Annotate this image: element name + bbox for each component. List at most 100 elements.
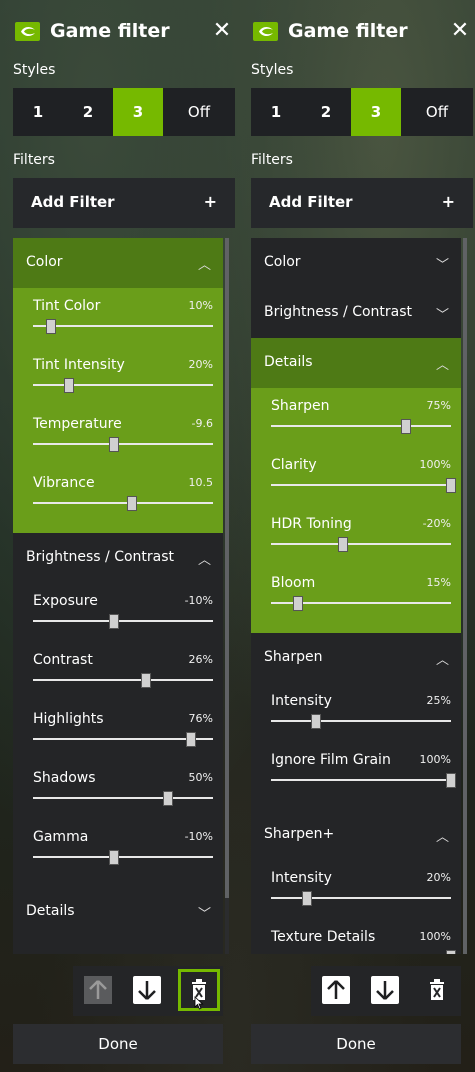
close-icon[interactable]: ✕ (211, 20, 233, 42)
style-2-button[interactable]: 2 (301, 88, 351, 136)
filter-group-details[interactable]: Details ﹀ (13, 887, 223, 937)
slider-thumb[interactable] (64, 378, 74, 393)
filter-group-sharpen[interactable]: Sharpen ﹀ (13, 937, 223, 954)
filter-group-sharpen[interactable]: Sharpen ︿ (251, 633, 461, 683)
filter-group-label: Sharpen (26, 953, 84, 954)
add-filter-button[interactable]: Add Filter + (13, 178, 235, 228)
filters-label: Filters (251, 152, 293, 168)
slider-track[interactable] (33, 443, 213, 445)
slider-thumb[interactable] (186, 732, 197, 747)
scrollbar-thumb[interactable] (463, 238, 467, 954)
slider-value: 20% (426, 871, 451, 884)
chevron-down-icon: ﹀ (197, 907, 211, 922)
slider-label: Intensity (271, 870, 332, 886)
slider-thumb[interactable] (293, 596, 303, 611)
style-off-button[interactable]: Off (163, 88, 235, 136)
slider-track[interactable] (271, 779, 451, 781)
game-filter-panel-left: Game filter ✕ Styles 1 2 3 Off Filters A… (13, 0, 235, 1072)
filter-group-sharpen[interactable]: Sharpen+ ︿ (251, 810, 461, 860)
slider-track[interactable] (271, 425, 451, 427)
slider-value: -10% (184, 830, 213, 843)
chevron-up-icon: ︿ (197, 553, 211, 568)
delete-filter-icon[interactable] (423, 976, 451, 1004)
slider-thumb[interactable] (109, 614, 119, 629)
move-down-icon[interactable] (371, 976, 399, 1004)
game-filter-panel-right: Game filter ✕ Styles 1 2 3 Off Filters A… (251, 0, 473, 1072)
slider-track[interactable] (33, 384, 213, 386)
scrollbar-thumb[interactable] (225, 238, 229, 898)
slider-label: Exposure (33, 593, 98, 609)
nvidia-logo-icon (15, 22, 40, 41)
slider-tint-intensity: Tint Intensity 20% (13, 347, 223, 406)
slider-label: Tint Color (33, 298, 101, 314)
slider-thumb[interactable] (446, 478, 456, 493)
slider-value: 75% (426, 399, 451, 412)
slider-thumb[interactable] (46, 319, 56, 334)
slider-label: Intensity (271, 693, 332, 709)
slider-track[interactable] (271, 543, 451, 545)
slider-track[interactable] (33, 856, 213, 858)
slider-value: 50% (188, 771, 213, 784)
slider-track[interactable] (33, 620, 213, 622)
slider-thumb[interactable] (401, 419, 411, 434)
filter-group-body: Intensity 25% Ignore Film Grain 100% (251, 683, 461, 810)
slider-thumb[interactable] (311, 714, 321, 729)
styles-selector: 1 2 3 Off (251, 88, 473, 136)
slider-track[interactable] (33, 679, 213, 681)
slider-label: Highlights (33, 711, 104, 727)
chevron-up-icon: ︿ (435, 830, 449, 845)
slider-label: Shadows (33, 770, 96, 786)
slider-gamma: Gamma -10% (13, 819, 223, 878)
scrollbar[interactable] (225, 238, 229, 954)
done-button[interactable]: Done (13, 1024, 223, 1064)
slider-clarity: Clarity 100% (251, 447, 461, 506)
filter-group-details[interactable]: Details ︿ (251, 338, 461, 388)
move-down-icon[interactable] (133, 976, 161, 1004)
slider-value: 100% (419, 753, 451, 766)
filter-group-body: Intensity 20% Texture Details 100% (251, 860, 461, 954)
scrollbar[interactable] (463, 238, 467, 954)
filter-group-label: Sharpen+ (264, 826, 335, 842)
filter-group-body: Exposure -10% Contrast 26% Highlights 76% Shad… (13, 583, 223, 887)
filter-group-color[interactable]: Color ︿ (13, 238, 223, 288)
titlebar: Game filter ✕ (251, 14, 473, 52)
slider-thumb[interactable] (109, 437, 119, 452)
slider-thumb[interactable] (109, 850, 119, 865)
slider-thumb[interactable] (446, 773, 456, 788)
close-icon[interactable]: ✕ (449, 20, 471, 42)
slider-label: Tint Intensity (33, 357, 125, 373)
slider-value: 10.5 (188, 476, 214, 489)
move-up-icon[interactable] (322, 976, 350, 1004)
done-button[interactable]: Done (251, 1024, 461, 1064)
style-1-button[interactable]: 1 (13, 88, 63, 136)
slider-track[interactable] (33, 797, 213, 799)
slider-track[interactable] (271, 897, 451, 899)
slider-thumb[interactable] (141, 673, 152, 688)
slider-thumb[interactable] (338, 537, 348, 552)
slider-value: 15% (426, 576, 451, 589)
slider-thumb[interactable] (446, 950, 456, 954)
add-filter-button[interactable]: Add Filter + (251, 178, 473, 228)
filter-group-brightness-contrast[interactable]: Brightness / Contrast ︿ (13, 533, 223, 583)
style-1-button[interactable]: 1 (251, 88, 301, 136)
style-3-button[interactable]: 3 (351, 88, 401, 136)
slider-value: 76% (188, 712, 213, 725)
slider-thumb[interactable] (302, 891, 312, 906)
slider-intensity: Intensity 20% (251, 860, 461, 919)
filter-group-color[interactable]: Color ﹀ (251, 238, 461, 288)
slider-thumb[interactable] (163, 791, 173, 806)
slider-value: -20% (422, 517, 451, 530)
move-up-icon[interactable] (84, 976, 112, 1004)
slider-track[interactable] (271, 720, 451, 722)
slider-value: 10% (188, 299, 213, 312)
slider-thumb[interactable] (127, 496, 137, 511)
slider-track[interactable] (33, 325, 213, 327)
slider-track[interactable] (33, 502, 213, 504)
style-2-button[interactable]: 2 (63, 88, 113, 136)
filter-group-brightness-contrast[interactable]: Brightness / Contrast ﹀ (251, 288, 461, 338)
chevron-up-icon: ︿ (435, 358, 449, 373)
slider-track[interactable] (271, 484, 451, 486)
slider-value: 100% (419, 930, 451, 943)
style-off-button[interactable]: Off (401, 88, 473, 136)
style-3-button[interactable]: 3 (113, 88, 163, 136)
